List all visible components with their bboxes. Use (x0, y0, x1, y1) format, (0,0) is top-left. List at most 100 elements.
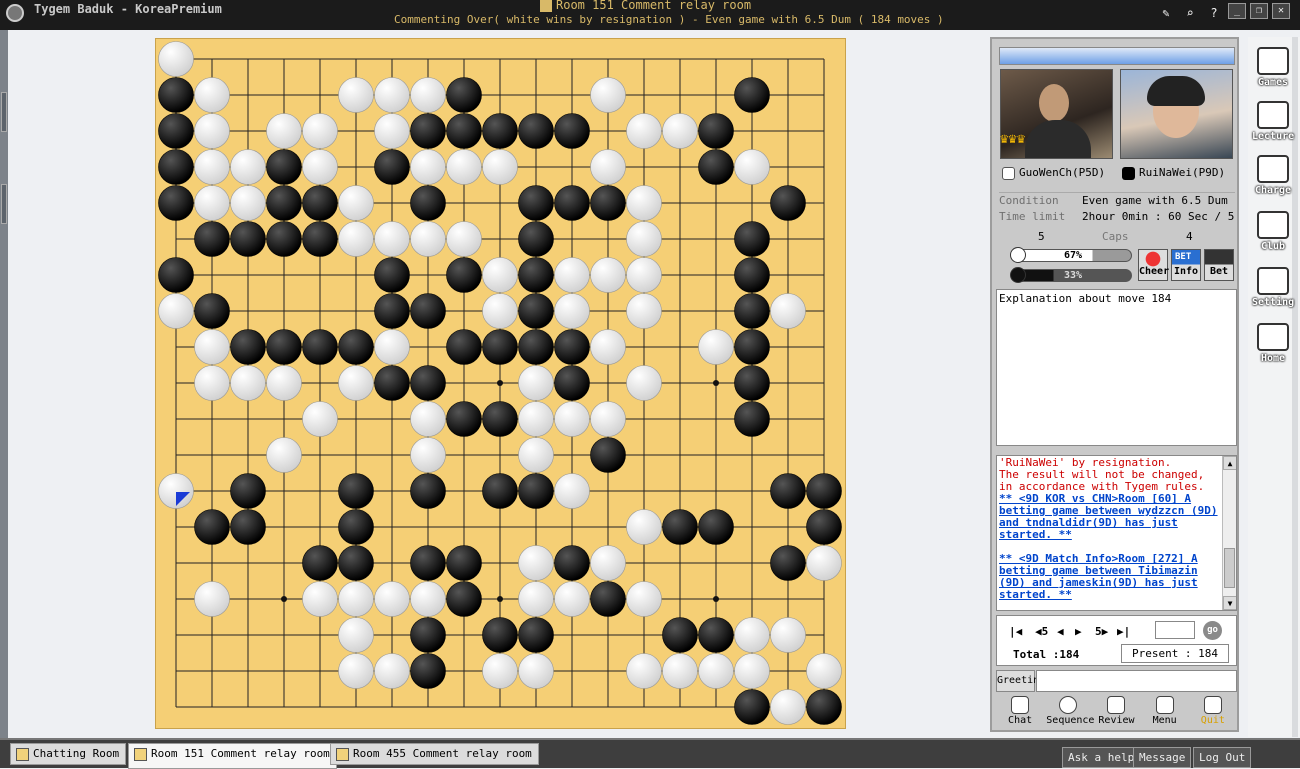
scroll-up-icon[interactable]: ▲ (1223, 456, 1236, 470)
first-move-button[interactable]: |◀ (1009, 625, 1022, 638)
message-button[interactable]: Message (1133, 747, 1192, 768)
white-stone (302, 113, 338, 149)
left-handle[interactable] (1, 184, 7, 224)
left-scroll-strip (0, 30, 8, 738)
setting-menu-item[interactable]: Setting (1252, 267, 1294, 308)
black-stone (482, 329, 518, 365)
black-stone (518, 293, 554, 329)
black-stone (734, 689, 770, 725)
black-player-photo (1120, 69, 1233, 159)
log-out-button[interactable]: Log Out (1193, 747, 1252, 768)
white-stone (518, 581, 554, 617)
black-stone (194, 293, 230, 329)
white-stone (590, 329, 626, 365)
menu-button[interactable]: Menu (1143, 696, 1187, 729)
white-stone (374, 581, 410, 617)
black-stone (374, 293, 410, 329)
board-icon (134, 748, 147, 761)
white-stone (194, 149, 230, 185)
black-cheer-bar: 33% (1014, 269, 1132, 282)
restore-button[interactable]: ❐ (1250, 3, 1268, 19)
go-button[interactable]: go (1203, 621, 1222, 640)
quit-button[interactable]: Quit (1191, 696, 1235, 729)
crown-icons: ♛♛♛ (1000, 131, 1026, 147)
board-grid[interactable] (156, 39, 847, 730)
go-board[interactable] (155, 38, 846, 729)
white-stone (302, 401, 338, 437)
black-stone (806, 473, 842, 509)
greeting-button[interactable]: Greeting (996, 670, 1045, 692)
lecture-menu-item[interactable]: Lecture (1252, 101, 1294, 142)
tab-room-151[interactable]: Room 151 Comment relay room (128, 743, 337, 769)
black-stone (374, 365, 410, 401)
sequence-button[interactable]: Sequence (1046, 696, 1094, 729)
caps-label: Caps (1102, 230, 1129, 243)
chat-log[interactable]: 'RuiNaWei' by resignation. The result wil… (996, 455, 1237, 611)
black-stone (518, 113, 554, 149)
white-stone (626, 293, 662, 329)
white-stone (230, 185, 266, 221)
ask-help-button[interactable]: Ask a help (1062, 747, 1141, 768)
black-stone (338, 473, 374, 509)
black-stone (734, 365, 770, 401)
black-stone (554, 113, 590, 149)
white-stone (266, 113, 302, 149)
review-button[interactable]: Review (1094, 696, 1138, 729)
help-bulb-icon[interactable]: ? (1204, 3, 1224, 23)
white-stone (374, 653, 410, 689)
white-stone (374, 77, 410, 113)
white-stone (626, 509, 662, 545)
black-stone (734, 221, 770, 257)
charge-menu-item[interactable]: Charge (1252, 155, 1294, 196)
white-stone (410, 221, 446, 257)
white-stone (194, 185, 230, 221)
white-stone (194, 77, 230, 113)
forward-5-button[interactable]: 5▶ (1095, 625, 1108, 638)
white-stone (662, 113, 698, 149)
white-stone (554, 581, 590, 617)
white-stone (194, 329, 230, 365)
tab-room-455[interactable]: Room 455 Comment relay room (330, 743, 539, 765)
chat-button[interactable]: Chat (998, 696, 1042, 729)
black-stone (806, 509, 842, 545)
club-menu-item[interactable]: Club (1252, 211, 1294, 252)
search-icon[interactable]: ⌕ (1180, 3, 1200, 23)
chat-scrollbar[interactable]: ▲ ▼ (1222, 456, 1236, 610)
minimize-button[interactable]: _ (1228, 3, 1246, 19)
chat-icon (1011, 696, 1030, 714)
black-stone (410, 617, 446, 653)
games-menu-item[interactable]: Games (1252, 47, 1294, 88)
bet-button[interactable]: Bet (1204, 249, 1234, 281)
explanation-box[interactable]: Explanation about move 184 (996, 289, 1237, 446)
white-stone (554, 401, 590, 437)
white-stone (302, 581, 338, 617)
info-button[interactable]: BET Info (1171, 249, 1201, 281)
left-handle[interactable] (1, 92, 7, 132)
quit-icon (1203, 696, 1222, 714)
back-5-button[interactable]: ◀5 (1035, 625, 1048, 638)
chat-message[interactable]: ** <9D Match Info>Room [272] A betting g… (999, 553, 1220, 601)
home-menu-item[interactable]: Home (1252, 323, 1294, 364)
scroll-down-icon[interactable]: ▼ (1223, 596, 1236, 610)
white-stone (302, 149, 338, 185)
condition-row: Condition Even game with 6.5 Dum (999, 192, 1235, 208)
black-stone (158, 185, 194, 221)
star-point (713, 596, 719, 602)
black-stone (194, 509, 230, 545)
scroll-thumb[interactable] (1224, 548, 1235, 588)
close-button[interactable]: ✕ (1272, 3, 1290, 19)
prev-move-button[interactable]: ◀ (1057, 625, 1064, 638)
white-player-name: GuoWenCh(P5D) (1002, 166, 1105, 182)
tab-chatting-room[interactable]: Chatting Room (10, 743, 127, 765)
last-move-button[interactable]: ▶| (1117, 625, 1130, 638)
move-number-input[interactable] (1155, 621, 1195, 639)
greeting-input[interactable] (1036, 670, 1237, 692)
chat-message[interactable]: ** <9D KOR vs CHN>Room [60] A betting ga… (999, 493, 1220, 541)
next-move-button[interactable]: ▶ (1075, 625, 1082, 638)
cheer-button[interactable]: Cheer (1138, 249, 1169, 281)
edit-icon[interactable]: ✎ (1156, 3, 1176, 23)
window-tools: ✎ ⌕ ? _ ❐ ✕ (1156, 3, 1290, 23)
white-stone (590, 401, 626, 437)
white-stone (590, 257, 626, 293)
black-stone (158, 257, 194, 293)
